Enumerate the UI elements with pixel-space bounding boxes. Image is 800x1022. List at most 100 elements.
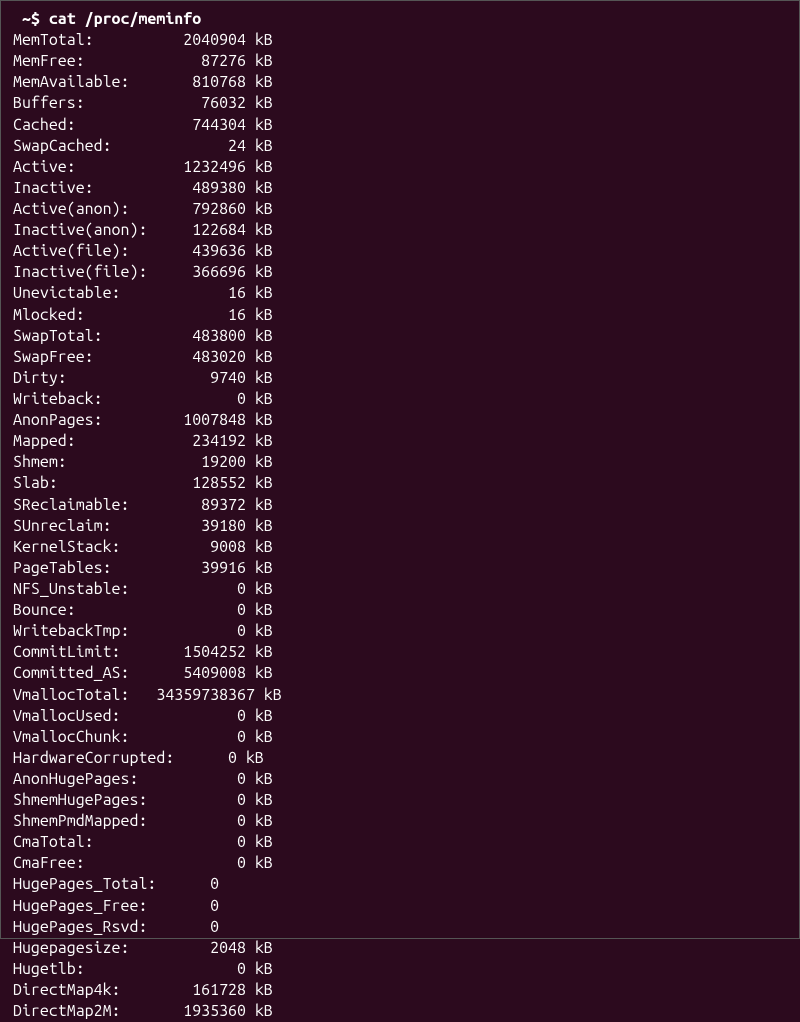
meminfo-unit: kB <box>246 832 273 853</box>
meminfo-value: 483800 <box>156 326 246 347</box>
meminfo-unit: kB <box>246 305 273 326</box>
meminfo-row: ShmemHugePages: 0 kB <box>13 790 787 811</box>
meminfo-label: Unevictable: <box>13 283 156 304</box>
meminfo-value: 0 <box>156 874 219 895</box>
meminfo-row: Mapped: 234192 kB <box>13 431 787 452</box>
meminfo-value: 810768 <box>156 72 246 93</box>
meminfo-unit: kB <box>246 262 273 283</box>
meminfo-value: 0 <box>156 621 246 642</box>
meminfo-label: AnonHugePages: <box>13 769 156 790</box>
meminfo-label: Active(anon): <box>13 199 156 220</box>
meminfo-row: CmaFree: 0 kB <box>13 853 787 874</box>
meminfo-label: CmaTotal: <box>13 832 156 853</box>
meminfo-label: Slab: <box>13 473 156 494</box>
meminfo-unit: kB <box>237 748 264 769</box>
meminfo-unit: kB <box>246 326 273 347</box>
meminfo-unit: kB <box>246 938 273 959</box>
meminfo-row: SUnreclaim: 39180 kB <box>13 516 787 537</box>
meminfo-unit: kB <box>246 347 273 368</box>
meminfo-row: DirectMap2M: 1935360 kB <box>13 1001 787 1022</box>
meminfo-output: MemTotal: 2040904 kBMemFree: 87276 kBMem… <box>13 30 787 1022</box>
meminfo-unit: kB <box>246 136 273 157</box>
meminfo-label: MemFree: <box>13 51 156 72</box>
meminfo-row: VmallocTotal: 34359738367 kB <box>13 685 787 706</box>
meminfo-unit: kB <box>246 621 273 642</box>
meminfo-value: 128552 <box>156 473 246 494</box>
meminfo-row: MemAvailable: 810768 kB <box>13 72 787 93</box>
meminfo-row: Slab: 128552 kB <box>13 473 787 494</box>
meminfo-unit: kB <box>246 72 273 93</box>
meminfo-label: Buffers: <box>13 93 156 114</box>
meminfo-row: Hugetlb: 0 kB <box>13 959 787 980</box>
meminfo-label: HugePages_Rsvd: <box>13 917 156 938</box>
meminfo-row: Mlocked: 16 kB <box>13 305 787 326</box>
meminfo-value: 792860 <box>156 199 246 220</box>
meminfo-label: WritebackTmp: <box>13 621 156 642</box>
meminfo-label: NFS_Unstable: <box>13 579 156 600</box>
meminfo-unit: kB <box>246 93 273 114</box>
meminfo-row: Active(file): 439636 kB <box>13 241 787 262</box>
meminfo-row: Hugepagesize: 2048 kB <box>13 938 787 959</box>
meminfo-label: PageTables: <box>13 558 156 579</box>
meminfo-row: NFS_Unstable: 0 kB <box>13 579 787 600</box>
meminfo-row: Active(anon): 792860 kB <box>13 199 787 220</box>
meminfo-unit: kB <box>246 853 273 874</box>
meminfo-value: 16 <box>156 283 246 304</box>
shell-prompt[interactable]: ~$ cat /proc/meminfo <box>13 9 787 30</box>
meminfo-value: 89372 <box>156 495 246 516</box>
meminfo-row: Cached: 744304 kB <box>13 115 787 136</box>
meminfo-label: Writeback: <box>13 389 156 410</box>
meminfo-unit: kB <box>246 1001 273 1022</box>
meminfo-label: SReclaimable: <box>13 495 156 516</box>
meminfo-unit: kB <box>246 220 273 241</box>
meminfo-row: Bounce: 0 kB <box>13 600 787 621</box>
meminfo-row: PageTables: 39916 kB <box>13 558 787 579</box>
meminfo-label: Mlocked: <box>13 305 156 326</box>
meminfo-value: 5409008 <box>156 663 246 684</box>
meminfo-unit: kB <box>246 389 273 410</box>
meminfo-label: CommitLimit: <box>13 642 156 663</box>
meminfo-label: Committed_AS: <box>13 663 156 684</box>
meminfo-label: Cached: <box>13 115 156 136</box>
meminfo-value: 0 <box>156 832 246 853</box>
meminfo-label: Inactive(anon): <box>13 220 156 241</box>
meminfo-label: AnonPages: <box>13 410 156 431</box>
meminfo-unit: kB <box>246 473 273 494</box>
meminfo-label: Bounce: <box>13 600 156 621</box>
meminfo-label: Active: <box>13 157 156 178</box>
meminfo-value: 122684 <box>156 220 246 241</box>
meminfo-unit: kB <box>246 811 273 832</box>
meminfo-value: 0 <box>156 769 246 790</box>
meminfo-value: 9740 <box>156 368 246 389</box>
meminfo-value: 39180 <box>156 516 246 537</box>
meminfo-row: MemFree: 87276 kB <box>13 51 787 72</box>
meminfo-unit: kB <box>246 558 273 579</box>
meminfo-label: Inactive: <box>13 178 156 199</box>
meminfo-label: SwapTotal: <box>13 326 156 347</box>
meminfo-value: 0 <box>156 959 246 980</box>
meminfo-row: ShmemPmdMapped: 0 kB <box>13 811 787 832</box>
meminfo-label: VmallocChunk: <box>13 727 156 748</box>
meminfo-label: KernelStack: <box>13 537 156 558</box>
meminfo-row: HugePages_Rsvd: 0 <box>13 917 787 938</box>
meminfo-value: 439636 <box>156 241 246 262</box>
meminfo-unit: kB <box>255 685 282 706</box>
meminfo-value: 19200 <box>156 452 246 473</box>
meminfo-value: 0 <box>156 853 246 874</box>
meminfo-row: KernelStack: 9008 kB <box>13 537 787 558</box>
meminfo-value: 234192 <box>156 431 246 452</box>
meminfo-row: VmallocChunk: 0 kB <box>13 727 787 748</box>
meminfo-unit: kB <box>246 199 273 220</box>
meminfo-row: MemTotal: 2040904 kB <box>13 30 787 51</box>
meminfo-value: 1935360 <box>156 1001 246 1022</box>
meminfo-value: 0 <box>156 600 246 621</box>
meminfo-value: 483020 <box>156 347 246 368</box>
meminfo-value: 76032 <box>156 93 246 114</box>
meminfo-value: 16 <box>156 305 246 326</box>
meminfo-row: HardwareCorrupted: 0 kB <box>13 748 787 769</box>
meminfo-row: Writeback: 0 kB <box>13 389 787 410</box>
meminfo-value: 34359738367 <box>156 685 255 706</box>
meminfo-row: Buffers: 76032 kB <box>13 93 787 114</box>
meminfo-value: 744304 <box>156 115 246 136</box>
meminfo-unit: kB <box>246 178 273 199</box>
